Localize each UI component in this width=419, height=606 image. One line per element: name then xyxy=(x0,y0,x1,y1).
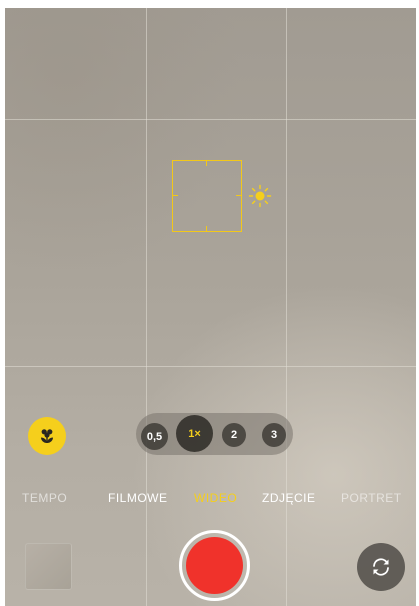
zoom-1x-button[interactable]: 1× xyxy=(176,415,213,452)
grid-line xyxy=(5,119,416,120)
mode-portret[interactable]: PORTRET xyxy=(341,491,402,505)
mode-filmowe[interactable]: FILMOWE xyxy=(108,491,168,505)
focus-tick xyxy=(236,195,241,196)
focus-tick xyxy=(206,226,207,231)
mode-wideo[interactable]: WIDEO xyxy=(194,491,237,505)
zoom-3-button[interactable]: 3 xyxy=(262,423,286,447)
grid-line xyxy=(146,8,147,606)
macro-button[interactable] xyxy=(28,417,66,455)
viewfinder[interactable] xyxy=(5,8,416,606)
sun-icon[interactable] xyxy=(248,184,272,208)
last-photo-thumbnail[interactable] xyxy=(25,543,72,590)
focus-tick xyxy=(206,161,207,166)
zoom-0-5-button[interactable]: 0,5 xyxy=(141,423,168,450)
mode-zdjecie[interactable]: ZDJĘCIE xyxy=(262,491,316,505)
camera-flip-icon xyxy=(373,558,389,576)
grid-line xyxy=(5,366,416,367)
focus-tick xyxy=(173,195,178,196)
focus-box[interactable] xyxy=(172,160,242,232)
mode-tempo[interactable]: TEMPO xyxy=(22,491,67,505)
camera-screen: 0,5 1× 2 3 TEMPO FILMOWE WIDEO ZDJĘCIE P… xyxy=(0,0,419,606)
grid-line xyxy=(286,8,287,606)
record-button[interactable] xyxy=(186,537,243,594)
zoom-2-button[interactable]: 2 xyxy=(222,423,246,447)
flower-icon xyxy=(41,429,53,443)
flip-camera-button[interactable] xyxy=(357,543,405,591)
